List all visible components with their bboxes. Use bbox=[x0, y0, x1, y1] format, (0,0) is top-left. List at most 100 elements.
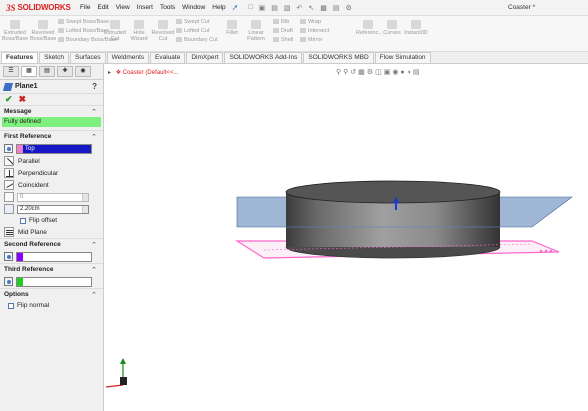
cylinder-top-face[interactable] bbox=[285, 180, 501, 204]
mid-plane-option[interactable]: Mid Plane bbox=[0, 226, 103, 238]
extruded-boss-button[interactable]: Extruded Boss/Base bbox=[2, 20, 28, 42]
third-reference-header[interactable]: Third Reference ⌃ bbox=[0, 264, 103, 275]
offset-distance-icon[interactable] bbox=[4, 204, 14, 214]
tab-sketch[interactable]: Sketch bbox=[39, 52, 69, 63]
menu-tools[interactable]: Tools bbox=[160, 4, 175, 11]
shell-icon bbox=[273, 37, 279, 43]
wrap-icon bbox=[300, 19, 306, 25]
display-manager-tab-icon[interactable]: ◉ bbox=[75, 66, 91, 77]
swept-cut-button[interactable]: Swept Cut bbox=[176, 18, 209, 27]
preview-handle[interactable] bbox=[549, 249, 553, 253]
message-header[interactable]: Message ⌃ bbox=[0, 106, 103, 117]
ok-check-icon[interactable]: ✔ bbox=[5, 94, 13, 105]
menu-edit[interactable]: Edit bbox=[97, 4, 108, 11]
dimxpert-tab-icon[interactable]: ✚ bbox=[57, 66, 73, 77]
wrap-button[interactable]: Wrap bbox=[300, 18, 321, 27]
revolved-boss-button[interactable]: Revolved Boss/Base bbox=[30, 20, 56, 42]
preview-handle[interactable] bbox=[544, 249, 548, 253]
menu-insert[interactable]: Insert bbox=[137, 4, 153, 11]
feature-tree-tab-icon[interactable]: ☰ bbox=[3, 66, 19, 77]
lofted-cut-button[interactable]: Lofted Cut bbox=[176, 27, 209, 36]
save-icon[interactable]: ▤ bbox=[271, 4, 278, 12]
menu-help[interactable]: Help bbox=[212, 4, 225, 11]
rebuild-icon[interactable]: ▩ bbox=[320, 4, 327, 12]
tab-dimxpert[interactable]: DimXpert bbox=[186, 52, 224, 63]
solidworks-logo[interactable]: 3S SOLIDWORKS bbox=[6, 3, 71, 13]
collapse-caret-icon[interactable]: ⌃ bbox=[91, 291, 97, 299]
new-doc-icon[interactable]: □ bbox=[248, 4, 252, 12]
shell-button[interactable]: Shell bbox=[273, 36, 293, 45]
options-header[interactable]: Options ⌃ bbox=[0, 289, 103, 300]
lofted-cut-icon bbox=[176, 28, 182, 34]
swept-boss-button[interactable]: Swept Boss/Base bbox=[58, 18, 109, 27]
mid-plane-icon bbox=[4, 227, 14, 237]
file-properties-icon[interactable]: ▤ bbox=[333, 4, 340, 12]
pin-icon[interactable]: ➚ bbox=[232, 3, 239, 12]
collapse-caret-icon[interactable]: ⌃ bbox=[91, 266, 97, 274]
extruded-cut-button[interactable]: Extruded Cut bbox=[103, 20, 127, 42]
perpendicular-icon bbox=[4, 168, 14, 178]
second-reference-field[interactable] bbox=[16, 251, 92, 262]
menu-view[interactable]: View bbox=[116, 4, 130, 11]
triad-origin bbox=[120, 377, 127, 385]
undo-icon[interactable]: ↶ bbox=[296, 4, 302, 12]
open-icon[interactable]: ▣ bbox=[259, 4, 266, 12]
options-gear-icon[interactable]: ⚙ bbox=[345, 4, 351, 12]
offset-distance-input[interactable]: 2.20cm bbox=[17, 204, 89, 214]
flip-normal-checkbox[interactable]: Flip normal bbox=[0, 300, 103, 311]
mirror-button[interactable]: Mirror bbox=[300, 36, 322, 45]
tab-mbd[interactable]: SOLIDWORKS MBD bbox=[303, 52, 374, 63]
preview-handle[interactable] bbox=[539, 249, 543, 253]
instant3d-icon bbox=[411, 20, 421, 29]
graphics-area[interactable]: ▸ ❖ Coaster (Default<<... ⚲⚲↺▦⚙◫▣◉●◑▤ bbox=[104, 64, 588, 411]
third-reference-field[interactable] bbox=[16, 276, 92, 287]
lofted-boss-button[interactable]: Lofted Boss/Base bbox=[58, 27, 109, 36]
checkbox-box bbox=[20, 217, 26, 224]
help-icon[interactable]: ? bbox=[92, 82, 97, 91]
menu-window[interactable]: Window bbox=[182, 4, 205, 11]
mirror-icon bbox=[300, 37, 306, 43]
tab-weldments[interactable]: Weldments bbox=[106, 52, 150, 63]
intersect-button[interactable]: Intersect bbox=[300, 27, 329, 36]
curves-button[interactable]: Curves bbox=[382, 20, 402, 36]
tab-addins[interactable]: SOLIDWORKS Add-Ins bbox=[224, 52, 303, 63]
perpendicular-option[interactable]: Perpendicular bbox=[0, 167, 103, 179]
collapse-caret-icon[interactable]: ⌃ bbox=[91, 108, 97, 116]
hole-wizard-button[interactable]: Hole Wizard bbox=[128, 20, 150, 42]
tab-flow-simulation[interactable]: Flow Simulation bbox=[374, 52, 431, 63]
configuration-manager-tab-icon[interactable]: ▤ bbox=[39, 66, 55, 77]
offset-spinner[interactable] bbox=[82, 205, 88, 213]
print-icon[interactable]: ▧ bbox=[284, 4, 291, 12]
linear-pattern-button[interactable]: Linear Pattern bbox=[241, 20, 271, 42]
draft-icon bbox=[273, 28, 279, 34]
boundary-cut-icon bbox=[176, 37, 182, 43]
revolved-cut-button[interactable]: Revolved Cut bbox=[151, 20, 175, 42]
revolved-cut-icon bbox=[158, 20, 168, 29]
parallel-option[interactable]: Parallel bbox=[0, 155, 103, 167]
first-reference-field[interactable]: Top bbox=[16, 143, 92, 154]
property-manager-tab-icon[interactable]: ▦ bbox=[21, 66, 37, 77]
first-reference-value: Top bbox=[23, 144, 91, 153]
instant3d-button[interactable]: Instant3D bbox=[404, 20, 428, 36]
tab-surfaces[interactable]: Surfaces bbox=[69, 52, 106, 63]
coincident-option[interactable]: Coincident bbox=[0, 179, 103, 191]
boundary-cut-button[interactable]: Boundary Cut bbox=[176, 36, 218, 45]
flip-offset-checkbox[interactable]: Flip offset bbox=[0, 215, 103, 226]
collapse-caret-icon[interactable]: ⌃ bbox=[91, 241, 97, 249]
rib-button[interactable]: Rib bbox=[273, 18, 289, 27]
cancel-x-icon[interactable]: ✖ bbox=[19, 94, 27, 105]
first-reference-header[interactable]: First Reference ⌃ bbox=[0, 131, 103, 142]
menu-file[interactable]: File bbox=[80, 4, 90, 11]
tab-features[interactable]: Features bbox=[1, 52, 39, 63]
tab-evaluate[interactable]: Evaluate bbox=[150, 52, 186, 63]
select-icon[interactable]: ↖ bbox=[308, 4, 314, 12]
second-reference-header[interactable]: Second Reference ⌃ bbox=[0, 239, 103, 250]
draft-button[interactable]: Draft bbox=[273, 27, 293, 36]
angle-spinner[interactable] bbox=[82, 193, 88, 201]
fillet-button[interactable]: Fillet bbox=[224, 20, 240, 36]
angle-input[interactable]: 0 bbox=[17, 192, 89, 202]
status-message: Fully defined bbox=[2, 117, 101, 127]
collapse-caret-icon[interactable]: ⌃ bbox=[91, 133, 97, 141]
reference-geometry-button[interactable]: Referenc... bbox=[356, 20, 383, 36]
triad-x-axis bbox=[105, 384, 124, 388]
